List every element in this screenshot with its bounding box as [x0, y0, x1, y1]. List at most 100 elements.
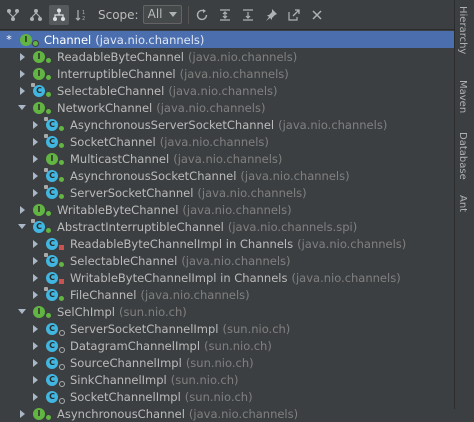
tree-node[interactable]: * I Channel (java.nio.channels) — [0, 31, 459, 48]
public-visibility-icon — [58, 124, 65, 132]
tree-node-name: WritableByteChannelImpl in Channels — [70, 270, 288, 285]
tree-node-package: (java.nio.channels) — [182, 202, 292, 217]
tree-node[interactable]: C SelectableChannel (java.nio.channels) — [0, 82, 472, 99]
tree-node[interactable]: C SelectableChannel (java.nio.channels) — [0, 252, 474, 269]
tree-node[interactable]: C WritableByteChannelImpl in Channels (jav… — [0, 269, 474, 286]
sort-alphabetically-icon[interactable]: 12 — [72, 5, 92, 25]
tree-node[interactable]: I MulticastChannel (java.nio.channels) — [0, 150, 474, 167]
close-icon[interactable] — [307, 5, 327, 25]
tree-node[interactable]: I WritableByteChannel (java.nio.channels) — [0, 201, 472, 218]
scope-dropdown[interactable]: All — [142, 5, 182, 24]
tree-node[interactable]: C FileChannel (java.nio.channels) — [0, 286, 474, 303]
collapsed-arrow-icon[interactable] — [30, 171, 40, 181]
tree-node[interactable]: C SinkChannelImpl (sun.nio.ch) — [0, 371, 474, 388]
tree-node-package: (java.nio.channels) — [168, 83, 278, 98]
tree-node-name: ReadableByteChannelImpl in Channels — [70, 236, 294, 251]
tree-node-name: SinkChannelImpl — [70, 372, 167, 387]
tree-node[interactable]: I SelChImpl (sun.nio.ch) — [0, 303, 472, 320]
tree-node-name: SocketChannelImpl — [70, 389, 181, 404]
collapsed-arrow-icon[interactable] — [30, 375, 40, 385]
class-icon: C — [46, 390, 65, 404]
collapsed-arrow-icon[interactable] — [30, 392, 40, 402]
collapsed-arrow-icon[interactable] — [17, 86, 27, 96]
tree-node-name: Channel — [44, 32, 92, 47]
chevron-down-icon — [168, 12, 177, 17]
tree-node[interactable]: C ServerSocketChannel (java.nio.channels) — [0, 184, 474, 201]
tree-node[interactable]: C AsynchronousServerSocketChannel (java.ni… — [0, 116, 474, 133]
tree-node-name: NetworkChannel — [57, 100, 153, 115]
expanded-arrow-icon[interactable] — [17, 222, 27, 232]
tool-tab-maven[interactable]: Maven — [457, 80, 468, 113]
public-visibility-icon — [58, 260, 65, 268]
collapsed-arrow-icon[interactable] — [30, 358, 40, 368]
collapsed-arrow-icon[interactable] — [17, 52, 27, 62]
interface-icon: I — [33, 203, 52, 217]
tree-node-package: (java.nio.channels.spi) — [227, 219, 358, 234]
private-visibility-icon — [58, 277, 65, 285]
abstract-class-icon: C — [31, 218, 52, 234]
abstract-class-icon: C — [44, 286, 65, 302]
tree-node[interactable]: C SourceChannelImpl (sun.nio.ch) — [0, 354, 474, 371]
type-hierarchy-icon[interactable] — [49, 4, 69, 25]
public-visibility-icon — [32, 39, 39, 47]
expanded-arrow-icon[interactable] — [17, 307, 27, 317]
tool-tab-hierarchy[interactable]: Hierarchy — [457, 6, 468, 54]
tree-node-package: (java.nio.channels) — [159, 134, 269, 149]
tree-node[interactable]: I InterruptibleChannel (java.nio.channels) — [0, 65, 472, 82]
tree-node[interactable]: C SocketChannelImpl (sun.nio.ch) — [0, 388, 474, 405]
tree-node-package: (sun.nio.ch) — [170, 372, 239, 387]
collapsed-arrow-icon[interactable] — [30, 120, 40, 130]
tree-node-name: SelChImpl — [57, 304, 115, 319]
collapse-all-icon[interactable] — [238, 5, 258, 25]
root-marker-icon[interactable]: * — [4, 33, 14, 46]
collapsed-arrow-icon[interactable] — [30, 188, 40, 198]
tree-node[interactable]: I NetworkChannel (java.nio.channels) — [0, 99, 472, 116]
open-in-new-window-icon[interactable] — [284, 5, 304, 25]
pin-icon[interactable] — [261, 5, 281, 25]
type-hierarchy-tree: * I Channel (java.nio.channels) I ReadableByt… — [0, 30, 459, 421]
collapsed-arrow-icon[interactable] — [30, 154, 40, 164]
tree-node[interactable]: I ReadableByteChannel (java.nio.channels) — [0, 48, 472, 65]
collapsed-arrow-icon[interactable] — [17, 69, 27, 79]
expand-all-icon[interactable] — [215, 5, 235, 25]
supertypes-hierarchy-icon[interactable] — [26, 5, 46, 25]
subtypes-hierarchy-icon[interactable] — [3, 5, 23, 25]
svg-text:2: 2 — [82, 16, 85, 22]
public-visibility-icon — [45, 56, 52, 64]
collapsed-arrow-icon[interactable] — [30, 341, 40, 351]
collapsed-arrow-icon[interactable] — [30, 290, 40, 300]
collapsed-arrow-icon[interactable] — [17, 409, 27, 419]
refresh-icon[interactable] — [192, 5, 212, 25]
toolbar-separator — [187, 5, 189, 24]
tree-node[interactable]: C DatagramChannelImpl (sun.nio.ch) — [0, 337, 474, 354]
tree-node-name: ServerSocketChannel — [70, 185, 194, 200]
collapsed-arrow-icon[interactable] — [30, 256, 40, 266]
expanded-arrow-icon[interactable] — [17, 103, 27, 113]
class-icon: C — [46, 356, 65, 370]
class-icon: C — [46, 373, 65, 387]
tree-node[interactable]: C ReadableByteChannelImpl in Channels (jav… — [0, 235, 474, 252]
collapsed-arrow-icon[interactable] — [30, 239, 40, 249]
tree-node[interactable]: C SocketChannel (java.nio.channels) — [0, 133, 474, 150]
class-icon: C — [46, 339, 65, 353]
tree-node[interactable]: C ServerSocketChannelImpl (sun.nio.ch) — [0, 320, 474, 337]
tree-node[interactable]: I AsynchronousChannel (java.nio.channels) — [0, 405, 472, 422]
tree-node-name: ServerSocketChannelImpl — [70, 321, 219, 336]
collapsed-arrow-icon[interactable] — [30, 273, 40, 283]
tool-tab-ant[interactable]: Ant — [457, 195, 468, 212]
private-visibility-icon — [58, 243, 65, 251]
tree-node-package: (sun.nio.ch) — [184, 389, 253, 404]
tree-node-name: SelectableChannel — [57, 83, 165, 98]
package-visibility-icon — [59, 346, 65, 353]
interface-icon: I — [33, 50, 52, 64]
tree-node-package: (sun.nio.ch) — [185, 355, 254, 370]
abstract-class-icon: C — [44, 252, 65, 268]
tree-node-name: FileChannel — [70, 287, 137, 302]
collapsed-arrow-icon[interactable] — [30, 137, 40, 147]
collapsed-arrow-icon[interactable] — [17, 205, 27, 215]
tool-tab-database[interactable]: Database — [457, 132, 468, 180]
tree-node[interactable]: C AsynchronousSocketChannel (java.nio.chan… — [0, 167, 474, 184]
tree-node-package: (java.nio.channels) — [197, 185, 307, 200]
collapsed-arrow-icon[interactable] — [30, 324, 40, 334]
tree-node[interactable]: C AbstractInterruptibleChannel (java.nio.c… — [0, 218, 472, 235]
